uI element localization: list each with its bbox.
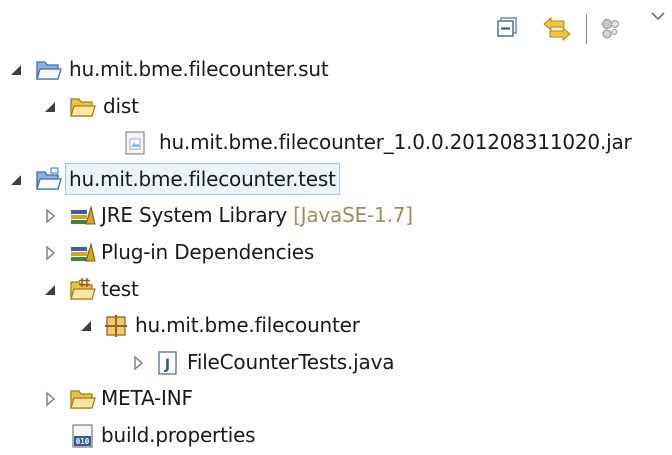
- link-with-editor-icon: [543, 16, 571, 42]
- folder-icon: [70, 390, 96, 409]
- tree-item-test-project[interactable]: hu.mit.bme.filecounter.test: [0, 162, 672, 199]
- collapse-all-icon: [497, 17, 517, 37]
- collapse-all-button[interactable]: [496, 16, 522, 42]
- svg-text:010: 010: [76, 437, 90, 446]
- source-folder-icon: [70, 277, 96, 300]
- tree-item-label: hu.mit.bme.filecounter: [135, 313, 360, 338]
- tree-item-java-file[interactable]: J FileCounterTests.java: [0, 345, 672, 382]
- expanded-twisty-icon[interactable]: [78, 318, 94, 334]
- tree-item-jar-file[interactable]: hu.mit.bme.filecounter_1.0.0.20120831102…: [0, 125, 672, 162]
- jar-file-icon: [125, 131, 145, 155]
- expanded-twisty-icon[interactable]: [42, 282, 58, 298]
- collapsed-twisty-icon[interactable]: [42, 391, 58, 407]
- svg-text:J: J: [164, 357, 170, 373]
- tree-item-build-properties[interactable]: 010 build.properties: [0, 418, 672, 455]
- tree-item-label: hu.mit.bme.filecounter.sut: [69, 57, 329, 81]
- java-file-icon: J: [158, 351, 177, 375]
- tree-item-label: hu.mit.bme.filecounter_1.0.0.20120831102…: [159, 130, 632, 155]
- tree-item-meta-inf-folder[interactable]: META-INF: [0, 381, 672, 418]
- properties-file-icon: 010: [72, 424, 93, 448]
- tree-item-label: dist: [103, 93, 139, 118]
- view-menu-button[interactable]: [650, 10, 672, 36]
- library-icon: [71, 205, 96, 225]
- tree-item-label: hu.mit.bme.filecounter.test: [65, 162, 340, 195]
- filter-button[interactable]: [598, 16, 624, 42]
- tree-item-label: JRE System Library [JavaSE-1.7]: [101, 203, 413, 228]
- tree-item-label: FileCounterTests.java: [187, 349, 395, 374]
- tree-item-label: build.properties: [101, 422, 256, 447]
- project-explorer-tree: hu.mit.bme.filecounter.sut dist hu.mit.b…: [0, 52, 672, 455]
- folder-icon: [70, 97, 96, 117]
- collapsed-twisty-icon[interactable]: [42, 245, 58, 261]
- expanded-twisty-icon[interactable]: [8, 62, 24, 78]
- filter-icon: [602, 19, 619, 39]
- view-menu-chevron-icon: [651, 12, 665, 21]
- project-folder-icon: [36, 61, 62, 80]
- tree-item-dist-folder[interactable]: dist: [0, 89, 672, 126]
- tree-item-label: META-INF: [101, 386, 193, 411]
- tree-item-plugin-dependencies[interactable]: Plug-in Dependencies: [0, 235, 672, 272]
- tree-item-label: Plug-in Dependencies: [101, 239, 315, 264]
- collapsed-twisty-icon[interactable]: [42, 208, 58, 224]
- tree-item-sut-project[interactable]: hu.mit.bme.filecounter.sut: [0, 52, 672, 89]
- tree-item-package[interactable]: hu.mit.bme.filecounter: [0, 308, 672, 345]
- tree-item-decoration: [JavaSE-1.7]: [293, 203, 413, 228]
- expanded-twisty-icon[interactable]: [8, 172, 24, 188]
- tree-item-label: test: [101, 276, 139, 301]
- collapsed-twisty-icon[interactable]: [130, 355, 146, 371]
- tree-item-test-source-folder[interactable]: test: [0, 272, 672, 309]
- plugin-project-icon: [36, 167, 62, 190]
- package-icon: [105, 315, 127, 338]
- view-toolbar: [472, 8, 672, 48]
- library-icon: [71, 242, 96, 262]
- tree-item-jre-library[interactable]: JRE System Library [JavaSE-1.7]: [0, 198, 672, 235]
- expanded-twisty-icon[interactable]: [42, 99, 58, 115]
- link-with-editor-button[interactable]: [542, 16, 571, 42]
- toolbar-separator: [586, 14, 587, 44]
